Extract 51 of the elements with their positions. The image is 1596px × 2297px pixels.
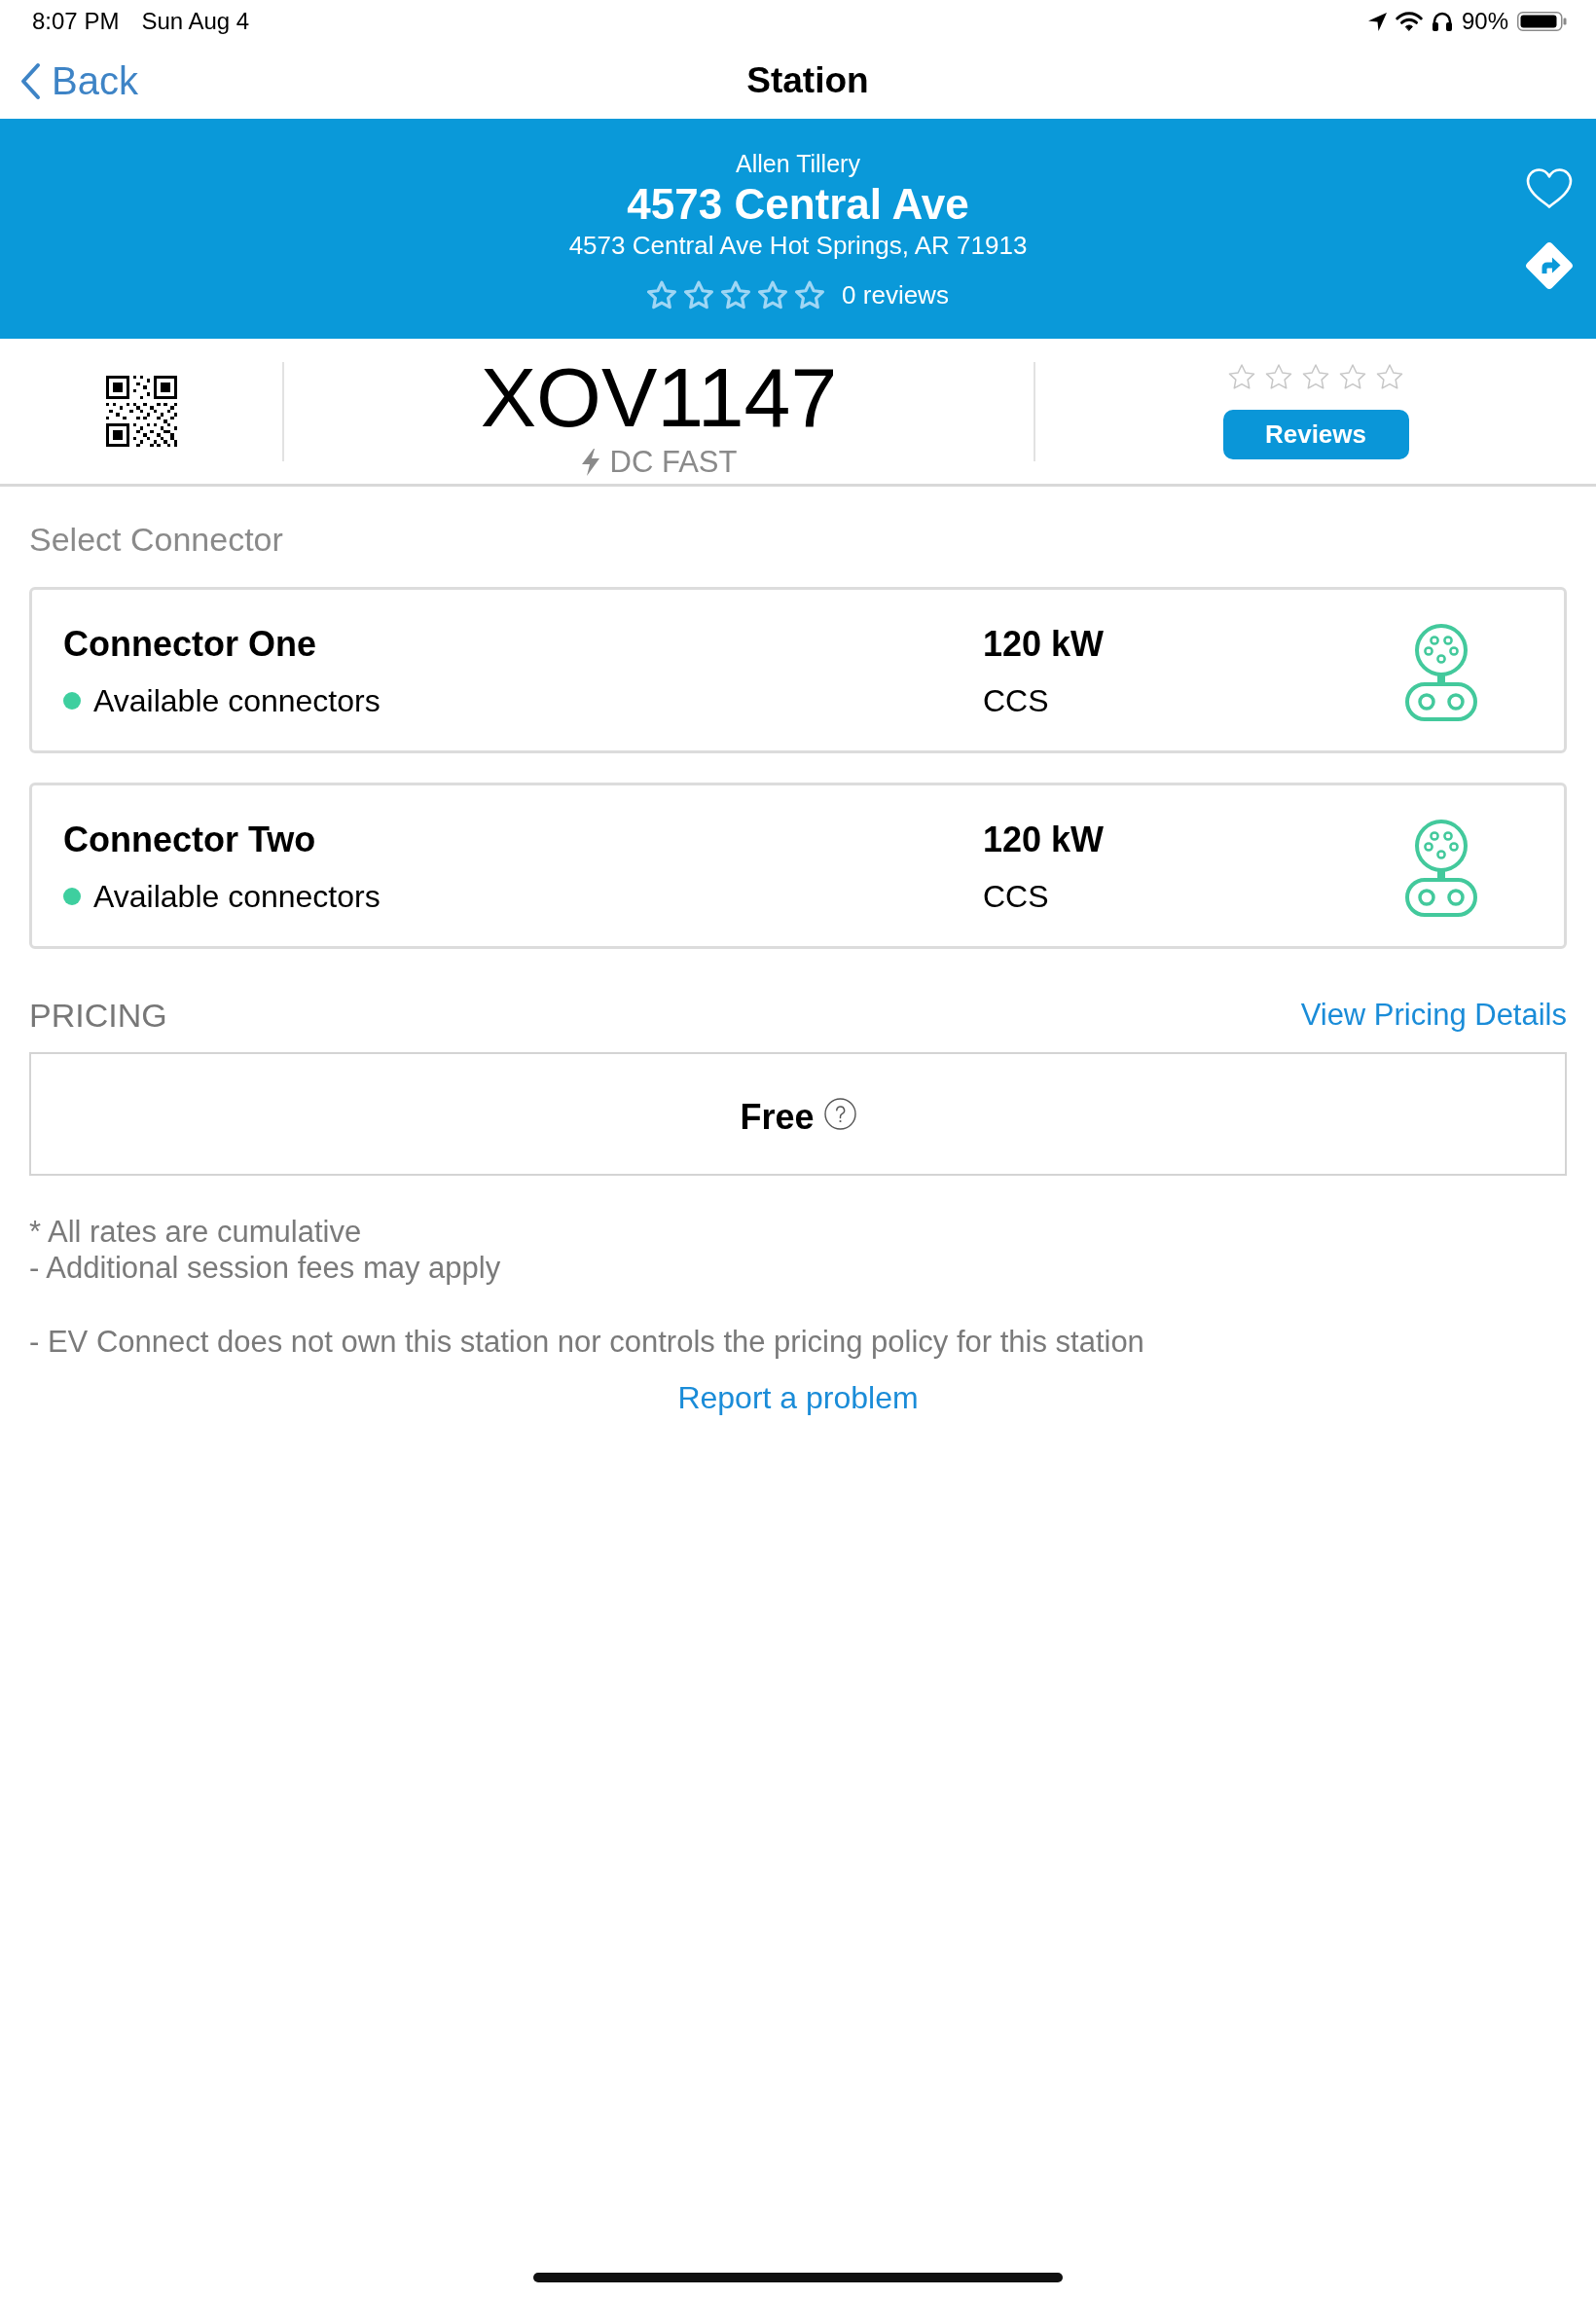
star-icon	[721, 280, 751, 310]
star-icon	[684, 280, 714, 310]
battery-icon	[1517, 12, 1567, 31]
back-button[interactable]: Back	[19, 58, 138, 103]
star-icon	[1265, 363, 1292, 390]
reviews-button[interactable]: Reviews	[1222, 410, 1409, 459]
nav-title: Station	[746, 59, 869, 102]
star-icon	[647, 280, 677, 310]
heart-icon[interactable]	[1526, 168, 1573, 209]
disclaimer-text: - EV Connect does not own this station nor controls the pricing policy for this station	[29, 1324, 1144, 1360]
location-arrow-icon	[1367, 12, 1387, 31]
star-icon	[758, 280, 788, 310]
status-time: 8:07 PM	[32, 8, 120, 35]
qr-code-icon[interactable]	[105, 376, 177, 447]
pricing-details-link[interactable]: View Pricing Details	[1300, 998, 1567, 1033]
status-date: Sun Aug 4	[141, 8, 250, 35]
note-text: * All rates are cumulative	[29, 1214, 362, 1250]
battery-percent: 90%	[1461, 8, 1508, 35]
connector-card[interactable]: Connector Two Available connectors 120 kW CCS	[29, 783, 1567, 949]
price-text: Free	[740, 1097, 815, 1137]
chevron-left-icon	[19, 61, 41, 100]
station-name: 4573 Central Ave	[627, 179, 969, 230]
section-label: Select Connector	[29, 520, 283, 559]
headphones-icon	[1431, 11, 1453, 32]
star-icon	[1339, 363, 1366, 390]
connector-card[interactable]: Connector One Available connectors 120 kW CCS	[29, 587, 1567, 753]
station-id: XOV1147	[480, 355, 838, 439]
help-icon[interactable]	[823, 1098, 856, 1130]
lightning-bolt-icon	[580, 449, 600, 476]
charging-connector-icon	[1405, 819, 1477, 917]
owner-name: Allen Tillery	[736, 149, 860, 179]
star-icon	[1302, 363, 1329, 390]
star-icon	[795, 280, 825, 310]
charger-speed: DC FAST	[609, 446, 738, 479]
connector-status: Available connectors	[93, 681, 381, 720]
star-icon	[1376, 363, 1403, 390]
connector-status: Available connectors	[93, 877, 381, 916]
connector-power: 120 kW	[983, 820, 1105, 859]
star-icon	[1228, 363, 1255, 390]
connector-name: Connector Two	[63, 820, 316, 859]
station-address: 4573 Central Ave Hot Springs, AR 71913	[568, 230, 1028, 261]
review-count: 0 reviews	[842, 279, 949, 310]
charging-connector-icon	[1405, 623, 1477, 721]
wifi-icon	[1395, 12, 1423, 31]
connector-power: 120 kW	[983, 624, 1105, 664]
connector-name: Connector One	[63, 624, 316, 664]
report-problem-link[interactable]: Report a problem	[677, 1380, 919, 1416]
connector-type: CCS	[983, 877, 1049, 916]
pricing-label: PRICING	[29, 996, 167, 1035]
note-text: - Additional session fees may apply	[29, 1250, 501, 1286]
connector-type: CCS	[983, 681, 1049, 720]
